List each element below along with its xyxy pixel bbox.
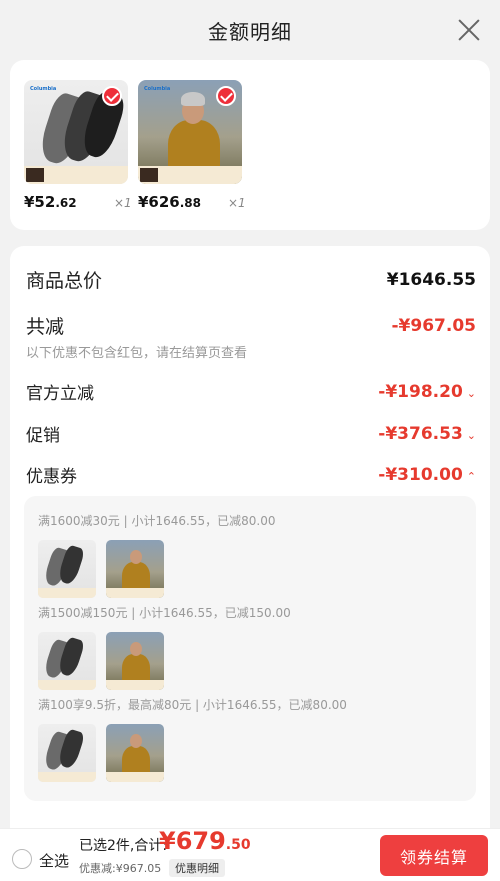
product-price: ¥52.62 bbox=[24, 193, 77, 211]
discount-item-label: 官方立减 bbox=[26, 384, 94, 404]
checkout-total: ¥679.50 bbox=[159, 827, 251, 855]
brand-logo: Columbia bbox=[144, 86, 171, 92]
saved-amount: 优惠减:¥967.05 bbox=[79, 862, 162, 875]
brand-logo: Columbia bbox=[30, 86, 57, 92]
amount-detail-card: 商品总价 ¥1646.55 共减 -¥967.05 以下优惠不包含红包，请在结算… bbox=[10, 246, 490, 881]
product-item[interactable]: Columbia ¥626.88 ×1 bbox=[138, 80, 263, 211]
bottom-checkout-bar: 全选 已选2件,合计: ¥679.50 优惠减:¥967.05 优惠明细 领券结… bbox=[0, 827, 500, 881]
coupon-rule: 满1500减150元 | 小计1646.55，已减150.00 bbox=[38, 606, 291, 620]
discount-item-promotion[interactable]: 促销 -¥376.53 ⌄ bbox=[26, 421, 476, 447]
selected-summary: 已选2件,合计: bbox=[79, 838, 168, 854]
checkout-button[interactable]: 领券结算 bbox=[380, 835, 488, 876]
total-price-label: 商品总价 bbox=[26, 270, 103, 292]
coupon-detail-box: 满1600减30元 | 小计1646.55，已减80.00 满1500减150元… bbox=[24, 496, 476, 801]
page-title: 金额明细 bbox=[208, 19, 292, 44]
product-quantity: ×1 bbox=[228, 196, 246, 210]
coupon-product-thumb bbox=[106, 724, 164, 782]
discount-total-label: 共减 bbox=[26, 316, 65, 338]
chevron-up-icon[interactable]: ⌃ bbox=[467, 470, 476, 483]
discount-item-official[interactable]: 官方立减 -¥198.20 ⌄ bbox=[26, 379, 476, 405]
discount-total-value: -¥967.05 bbox=[391, 315, 477, 336]
discount-total-row: 共减 -¥967.05 bbox=[26, 312, 476, 339]
select-all-radio[interactable] bbox=[12, 849, 32, 869]
coupon-product-thumb bbox=[106, 540, 164, 598]
chevron-down-icon[interactable]: ⌄ bbox=[467, 429, 476, 442]
coupon-product-thumb bbox=[38, 540, 96, 598]
discount-item-value: -¥376.53 bbox=[378, 423, 463, 444]
header: 金额明细 bbox=[0, 0, 500, 60]
discount-item-label: 促销 bbox=[26, 426, 60, 446]
checked-icon[interactable] bbox=[216, 86, 236, 106]
total-price-value: ¥1646.55 bbox=[386, 269, 476, 290]
checked-icon[interactable] bbox=[102, 86, 122, 106]
coupon-product-thumb bbox=[106, 632, 164, 690]
discount-detail-button[interactable]: 优惠明细 bbox=[169, 859, 225, 877]
discount-note: 以下优惠不包含红包，请在结算页查看 bbox=[26, 346, 248, 361]
discount-item-label: 优惠券 bbox=[26, 467, 77, 487]
discount-item-value: -¥198.20 bbox=[378, 381, 463, 402]
chevron-down-icon[interactable]: ⌄ bbox=[467, 387, 476, 400]
coupon-rule: 满100享9.5折，最高减80元 | 小计1646.55，已减80.00 bbox=[38, 698, 347, 712]
product-quantity: ×1 bbox=[114, 196, 132, 210]
product-image-socks: Columbia bbox=[24, 80, 128, 184]
product-price: ¥626.88 bbox=[138, 193, 202, 211]
close-icon[interactable] bbox=[456, 17, 482, 43]
discount-item-value: -¥310.00 bbox=[378, 464, 463, 485]
total-price-row: 商品总价 ¥1646.55 bbox=[26, 266, 476, 293]
product-item[interactable]: Columbia ¥52.62 ×1 bbox=[24, 80, 149, 211]
product-image-jacket: Columbia bbox=[138, 80, 242, 184]
coupon-product-thumb bbox=[38, 724, 96, 782]
select-all-label[interactable]: 全选 bbox=[39, 850, 69, 871]
coupon-rule: 满1600减30元 | 小计1646.55，已减80.00 bbox=[38, 514, 276, 528]
coupon-product-thumb bbox=[38, 632, 96, 690]
selected-products-card: Columbia ¥52.62 ×1 Columbia ¥626.88 ×1 bbox=[10, 60, 490, 230]
discount-item-coupon[interactable]: 优惠券 -¥310.00 ⌃ bbox=[26, 462, 476, 488]
